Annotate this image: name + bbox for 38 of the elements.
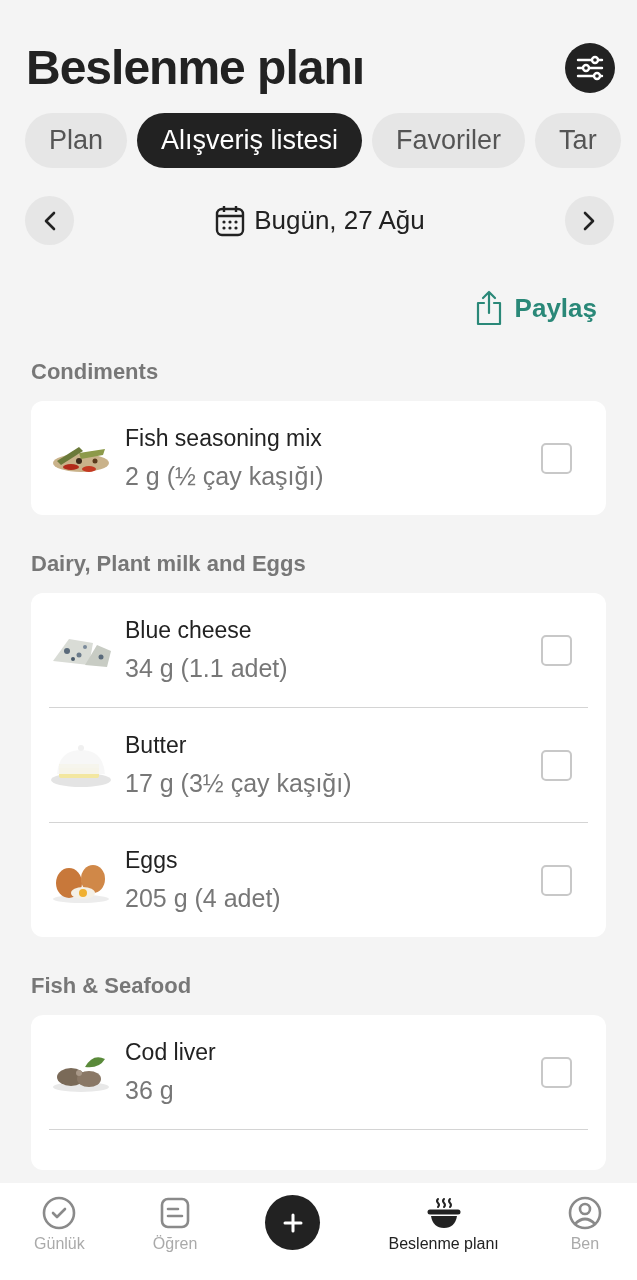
item-name: Blue cheese xyxy=(125,617,253,644)
plus-icon xyxy=(281,1211,304,1234)
item-amount: 17 g (3½ çay kaşığı) xyxy=(125,769,353,798)
checkbox[interactable] xyxy=(541,634,572,666)
checkbox[interactable] xyxy=(541,1056,572,1088)
item-amount: 36 g xyxy=(125,1076,175,1105)
section-heading: Dairy, Plant milk and Eggs xyxy=(30,550,307,578)
date-label: Bugün, 27 Ağu xyxy=(254,205,425,236)
chevron-right-icon xyxy=(582,209,597,232)
tab[interactable]: Plan xyxy=(25,113,128,168)
chevron-left-icon xyxy=(42,209,57,232)
previous-button[interactable] xyxy=(25,196,74,245)
section-heading: Fish & Seafood xyxy=(30,972,193,1000)
tab[interactable]: Alışveriş listesi xyxy=(137,113,363,168)
checkbox[interactable] xyxy=(541,442,572,474)
add-button[interactable] xyxy=(265,1195,321,1250)
filter-button[interactable] xyxy=(565,42,615,93)
tab[interactable]: Favoriler xyxy=(372,113,526,168)
nav-item[interactable]: Beslenme planı xyxy=(388,1195,499,1253)
section-heading: Condiments xyxy=(30,358,160,386)
calendar-icon xyxy=(214,203,247,238)
page-title: Beslenme planı xyxy=(26,40,365,95)
share-button[interactable]: Paylaş xyxy=(474,289,597,327)
item-amount: 34 g (1.1 adet) xyxy=(125,654,289,683)
item-amount: 2 g (½ çay kaşığı) xyxy=(125,462,325,491)
checkbox[interactable] xyxy=(541,864,572,896)
tab[interactable]: Tar xyxy=(535,113,621,168)
steaming-bowl-icon xyxy=(425,1195,462,1231)
profile-icon xyxy=(566,1195,603,1231)
item-name: Fish seasoning mix xyxy=(125,425,323,452)
next-button[interactable] xyxy=(565,196,614,245)
item-name: Eggs xyxy=(125,847,179,874)
item-name: Butter xyxy=(125,732,188,759)
item-name: Cod liver xyxy=(125,1039,217,1066)
check-circle-icon xyxy=(41,1195,78,1231)
share-icon xyxy=(474,289,503,327)
checkbox[interactable] xyxy=(541,749,572,781)
item-amount: 205 g (4 adet) xyxy=(125,884,282,913)
